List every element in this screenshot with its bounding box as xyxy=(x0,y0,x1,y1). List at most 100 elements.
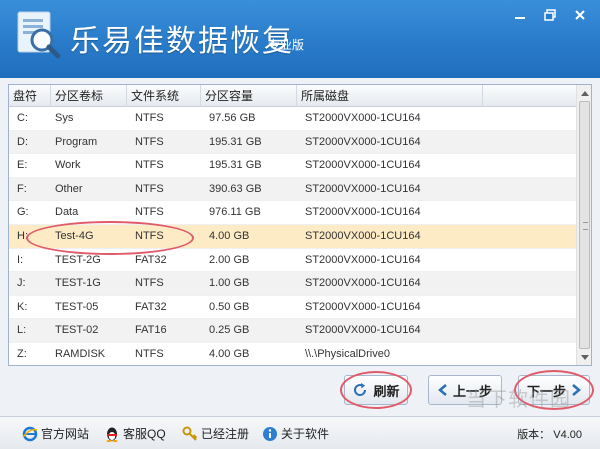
cell-drive: F: xyxy=(17,182,27,195)
ie-globe-icon xyxy=(22,426,38,442)
cell-extra xyxy=(483,225,577,248)
highlight-annotation-next xyxy=(514,370,594,410)
cell-fs: NTFS xyxy=(135,206,164,219)
cell-disk: ST2000VX000-1CU164 xyxy=(305,229,421,242)
cell-size: 4.00 GB xyxy=(209,347,250,360)
table-row[interactable]: F: Other NTFS 390.63 GB ST2000VX000-1CU164 xyxy=(9,177,577,202)
app-logo-icon xyxy=(14,10,62,60)
cell-extra xyxy=(483,201,577,224)
cell-fs: FAT32 xyxy=(135,300,167,313)
table-header: 盘符 分区卷标 文件系统 分区容量 所属磁盘 xyxy=(9,85,577,107)
table-row[interactable]: J: TEST-1G NTFS 1.00 GB ST2000VX000-1CU164 xyxy=(9,272,577,296)
cell-disk: ST2000VX000-1CU164 xyxy=(305,206,421,219)
cell-fs: NTFS xyxy=(135,277,164,290)
about-software-label: 关于软件 xyxy=(281,427,330,441)
vertical-scrollbar[interactable] xyxy=(576,85,591,365)
support-qq-link[interactable]: 客服QQ xyxy=(104,425,166,442)
highlight-annotation-row xyxy=(26,221,194,255)
support-qq-label: 客服QQ xyxy=(123,427,166,441)
cell-fs: NTFS xyxy=(135,159,164,172)
table-row[interactable]: D: Program NTFS 195.31 GB ST2000VX000-1CU164 xyxy=(9,130,577,155)
table-row[interactable]: L: TEST-02 FAT16 0.25 GB ST2000VX000-1CU164 xyxy=(9,319,577,343)
scrollbar-thumb[interactable] xyxy=(579,101,590,349)
cell-drive: Z: xyxy=(17,347,27,360)
cell-disk: ST2000VX000-1CU164 xyxy=(305,253,421,266)
cell-size: 97.56 GB xyxy=(209,112,256,124)
cell-disk: \\.\PhysicalDrive0 xyxy=(305,347,390,360)
column-header-disk[interactable]: 所属磁盘 xyxy=(297,85,483,107)
cell-size: 195.31 GB xyxy=(209,159,262,172)
cell-size: 2.00 GB xyxy=(209,253,250,266)
status-bar: 官方网站 客服QQ 已经注册 关于软件 版本： V4.00 xyxy=(0,416,600,449)
cell-extra xyxy=(483,272,577,295)
cell-drive: I: xyxy=(17,253,24,266)
cell-size: 1.00 GB xyxy=(209,277,250,290)
column-header-drive[interactable]: 盘符 xyxy=(9,85,51,107)
key-icon xyxy=(182,426,198,442)
cell-drive: D: xyxy=(17,135,28,148)
column-header-extra[interactable] xyxy=(483,85,577,107)
cell-drive: L: xyxy=(17,324,27,337)
cell-label: Other xyxy=(55,182,83,195)
cell-fs: NTFS xyxy=(135,112,164,124)
cell-extra xyxy=(483,131,577,154)
close-icon[interactable] xyxy=(566,4,594,26)
cell-disk: ST2000VX000-1CU164 xyxy=(305,277,421,290)
cell-label: TEST-02 xyxy=(55,324,99,337)
cell-disk: ST2000VX000-1CU164 xyxy=(305,182,421,195)
cell-size: 0.50 GB xyxy=(209,300,250,313)
cell-extra xyxy=(483,178,577,201)
minimize-icon[interactable] xyxy=(506,4,534,26)
cell-fs: FAT16 xyxy=(135,324,167,337)
column-header-filesystem[interactable]: 文件系统 xyxy=(127,85,201,107)
cell-size: 195.31 GB xyxy=(209,135,262,148)
scroll-down-arrow-icon[interactable] xyxy=(577,350,591,365)
column-header-size[interactable]: 分区容量 xyxy=(201,85,297,107)
cell-disk: ST2000VX000-1CU164 xyxy=(305,324,421,337)
table-row[interactable]: C: Sys NTFS 97.56 GB ST2000VX000-1CU164 xyxy=(9,107,577,131)
cell-disk: ST2000VX000-1CU164 xyxy=(305,112,421,124)
cell-extra xyxy=(483,296,577,319)
cell-disk: ST2000VX000-1CU164 xyxy=(305,159,421,172)
qq-penguin-icon xyxy=(104,426,120,442)
restore-icon[interactable] xyxy=(536,4,564,26)
previous-step-button[interactable]: 上一步 xyxy=(428,375,502,405)
cell-size: 4.00 GB xyxy=(209,229,250,242)
arrow-left-icon xyxy=(438,384,448,396)
official-website-link[interactable]: 官方网站 xyxy=(22,425,89,442)
cell-size: 976.11 GB xyxy=(209,206,261,219)
column-header-label[interactable]: 分区卷标 xyxy=(51,85,127,107)
cell-size: 0.25 GB xyxy=(209,324,250,337)
cell-drive: G: xyxy=(17,206,29,219)
previous-step-label: 上一步 xyxy=(452,383,492,399)
scroll-up-arrow-icon[interactable] xyxy=(577,85,591,100)
cell-extra xyxy=(483,154,577,177)
cell-label: TEST-1G xyxy=(55,277,101,290)
app-title: 乐易佳数据恢复 xyxy=(70,24,294,59)
cell-size: 390.63 GB xyxy=(209,182,262,195)
info-icon xyxy=(262,426,278,442)
cell-drive: J: xyxy=(17,277,26,290)
title-bar: 乐易佳数据恢复 专业版 xyxy=(0,0,600,78)
cell-disk: ST2000VX000-1CU164 xyxy=(305,135,421,148)
cell-fs: NTFS xyxy=(135,135,164,148)
edition-label: 专业版 xyxy=(268,38,305,52)
cell-drive: E: xyxy=(17,159,28,172)
highlight-annotation-refresh xyxy=(340,371,412,409)
table-row[interactable]: Z: RAMDISK NTFS 4.00 GB \\.\PhysicalDrive0 xyxy=(9,343,577,365)
official-website-label: 官方网站 xyxy=(41,427,90,441)
cell-label: Program xyxy=(55,135,98,148)
about-software-link[interactable]: 关于软件 xyxy=(262,425,329,442)
cell-extra xyxy=(483,107,577,130)
cell-label: Sys xyxy=(55,112,74,124)
registered-label: 已经注册 xyxy=(201,427,250,441)
table-row[interactable]: K: TEST-05 FAT32 0.50 GB ST2000VX000-1CU164 xyxy=(9,296,577,320)
cell-extra xyxy=(483,249,577,272)
cell-fs: NTFS xyxy=(135,182,164,195)
cell-disk: ST2000VX000-1CU164 xyxy=(305,300,421,313)
registered-link[interactable]: 已经注册 xyxy=(182,425,249,442)
table-row[interactable]: E: Work NTFS 195.31 GB ST2000VX000-1CU164 xyxy=(9,154,577,178)
cell-label: RAMDISK xyxy=(55,347,106,360)
cell-drive: K: xyxy=(17,300,28,313)
cell-label: TEST-05 xyxy=(55,300,99,313)
